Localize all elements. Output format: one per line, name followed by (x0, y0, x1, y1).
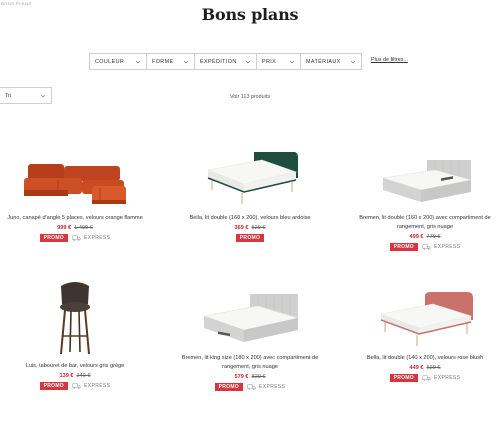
product-name[interactable]: Bella, lit double (160 x 200), velours b… (180, 214, 320, 223)
filter-label: EXPÉDITION (200, 58, 237, 65)
express-label: EXPRESS (433, 375, 461, 381)
express-delivery: EXPRESS (72, 383, 110, 389)
filter-label: PRIX (262, 58, 277, 65)
product-name[interactable]: Bremen, lit double (160 x 200) avec comp… (355, 214, 495, 232)
express-label: EXPRESS (83, 383, 111, 389)
truck-icon (247, 384, 256, 390)
product-price: 369 € (234, 225, 249, 231)
promo-badge: PROMO (235, 234, 265, 242)
grey-storage-bed-image (382, 160, 472, 202)
product-price: 499 € (409, 234, 424, 240)
product-old-price: 779 € (426, 234, 441, 240)
product-name[interactable]: Bremen, lit king size (180 x 200) avec c… (180, 354, 320, 372)
corner-sofa-image (24, 164, 126, 204)
truck-icon (422, 375, 431, 381)
product-image-bed-green[interactable] (180, 140, 320, 208)
more-filters-link[interactable]: Plus de filtres... (371, 57, 408, 63)
bar-stool-image (60, 282, 90, 355)
product-old-price: 1 499 € (74, 225, 93, 231)
product-name[interactable]: Juno, canapé d'angle 5 places, velours o… (5, 214, 145, 223)
express-delivery: EXPRESS (247, 384, 285, 390)
product-old-price: 529 € (251, 225, 266, 231)
truck-icon (72, 235, 81, 241)
promo-badge: PROMO (39, 234, 68, 242)
filter-label: MATÉRIAUX (306, 58, 341, 65)
product-old-price: 629 € (426, 365, 441, 371)
chevron-down-icon (135, 60, 141, 63)
promo-badge: PROMO (389, 243, 418, 251)
product-image-bed-grey[interactable] (355, 140, 495, 208)
filter-shipping[interactable]: EXPÉDITION (194, 53, 257, 70)
product-image-corner-sofa[interactable] (5, 140, 145, 208)
chevron-down-icon (245, 60, 251, 63)
product-image-bed-pink[interactable] (355, 290, 495, 348)
chevron-down-icon (183, 60, 189, 63)
product-card[interactable]: Luis, tabouret de bar, velours gris grèg… (5, 280, 145, 390)
filter-materials[interactable]: MATÉRIAUX (300, 53, 362, 70)
pink-bed-image (379, 292, 473, 346)
express-label: EXPRESS (258, 384, 286, 390)
grey-kingsize-bed-image (202, 294, 300, 342)
filter-label: COULEUR (95, 58, 125, 65)
product-price: 449 € (409, 365, 424, 371)
filter-shape[interactable]: FORME (146, 53, 195, 70)
page-title: Bons plans (201, 5, 299, 24)
product-card[interactable]: Bella, lit double (160 x 200), velours b… (180, 140, 320, 242)
filter-color[interactable]: COULEUR (89, 53, 147, 70)
product-name[interactable]: Bella, lit double (140 x 200), velours r… (355, 354, 495, 363)
express-delivery: EXPRESS (422, 375, 460, 381)
truck-icon (72, 383, 81, 389)
product-price: 999 € (57, 225, 72, 231)
express-delivery: EXPRESS (72, 235, 110, 241)
product-price: 579 € (234, 374, 249, 380)
product-card[interactable]: Bremen, lit double (160 x 200) avec comp… (355, 140, 495, 251)
promo-badge: PROMO (214, 383, 243, 391)
chevron-down-icon (350, 60, 356, 63)
product-old-price: 249 € (76, 373, 91, 379)
express-delivery: EXPRESS (422, 244, 460, 250)
filter-label: FORME (152, 58, 174, 65)
product-card[interactable]: Bella, lit double (140 x 200), velours r… (355, 290, 495, 382)
product-price: 139 € (59, 373, 74, 379)
product-card[interactable]: Bremen, lit king size (180 x 200) avec c… (180, 290, 320, 391)
filter-price[interactable]: PRIX (256, 53, 301, 70)
green-bed-image (206, 152, 298, 204)
product-image-bed-grey-king[interactable] (180, 290, 320, 348)
express-label: EXPRESS (83, 235, 111, 241)
product-name[interactable]: Luis, tabouret de bar, velours gris grèg… (5, 362, 145, 371)
promo-badge: PROMO (389, 374, 418, 382)
truck-icon (422, 244, 431, 250)
product-image-bar-stool[interactable] (5, 280, 145, 356)
chevron-down-icon (289, 60, 295, 63)
filter-bar: COULEUR FORME EXPÉDITION PRIX MATÉRIAUX (89, 53, 362, 70)
promo-badge: PROMO (39, 382, 68, 390)
product-count: Voir 113 produits (229, 94, 271, 100)
product-card[interactable]: Juno, canapé d'angle 5 places, velours o… (5, 140, 145, 242)
express-label: EXPRESS (433, 244, 461, 250)
product-old-price: 829 € (251, 374, 266, 380)
